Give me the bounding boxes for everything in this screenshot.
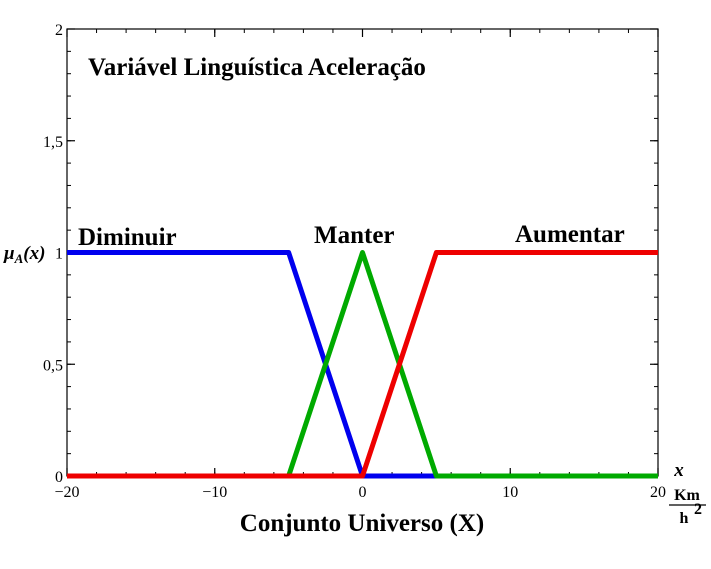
x-unit-denominator: h bbox=[680, 510, 689, 527]
y-tick-label: 1,5 bbox=[43, 134, 63, 151]
series-layer bbox=[67, 250, 658, 479]
series-line-aumentar bbox=[67, 250, 658, 479]
membership-function-chart: −20 −10 0 10 20 0 0,5 1 1,5 2 Variável Linguístic… bbox=[3, 22, 706, 537]
x-unit-exponent: 2 bbox=[694, 501, 702, 518]
chart-title: Variável Linguística Aceleração bbox=[88, 54, 426, 81]
x-tick-label: 0 bbox=[359, 484, 367, 501]
series-label-manter: Manter bbox=[314, 222, 395, 249]
y-tick-label: 0,5 bbox=[43, 357, 63, 374]
y-tick-label: 2 bbox=[55, 22, 63, 39]
y-axis-label-sub: A bbox=[14, 251, 24, 266]
series-line-diminuir bbox=[67, 250, 658, 479]
x-axis-title: Conjunto Universo (X) bbox=[240, 510, 484, 537]
y-axis-label-tail: (x) bbox=[23, 243, 45, 264]
y-axis-label-main: μ bbox=[3, 243, 15, 264]
x-unit-symbol: x bbox=[673, 460, 684, 481]
series-line-manter bbox=[67, 250, 658, 479]
y-axis-label: μA(x) bbox=[3, 243, 45, 266]
series-label-aumentar: Aumentar bbox=[515, 221, 625, 248]
x-tick-label: 20 bbox=[650, 484, 666, 501]
x-tick-label: 10 bbox=[502, 484, 518, 501]
x-tick-label: −20 bbox=[54, 484, 79, 501]
tick-labels: −20 −10 0 10 20 0 0,5 1 1,5 2 bbox=[43, 22, 666, 501]
x-tick-label: −10 bbox=[202, 484, 227, 501]
y-tick-label: 0 bbox=[55, 469, 63, 486]
y-tick-label: 1 bbox=[55, 246, 63, 263]
series-label-diminuir: Diminuir bbox=[78, 224, 177, 251]
